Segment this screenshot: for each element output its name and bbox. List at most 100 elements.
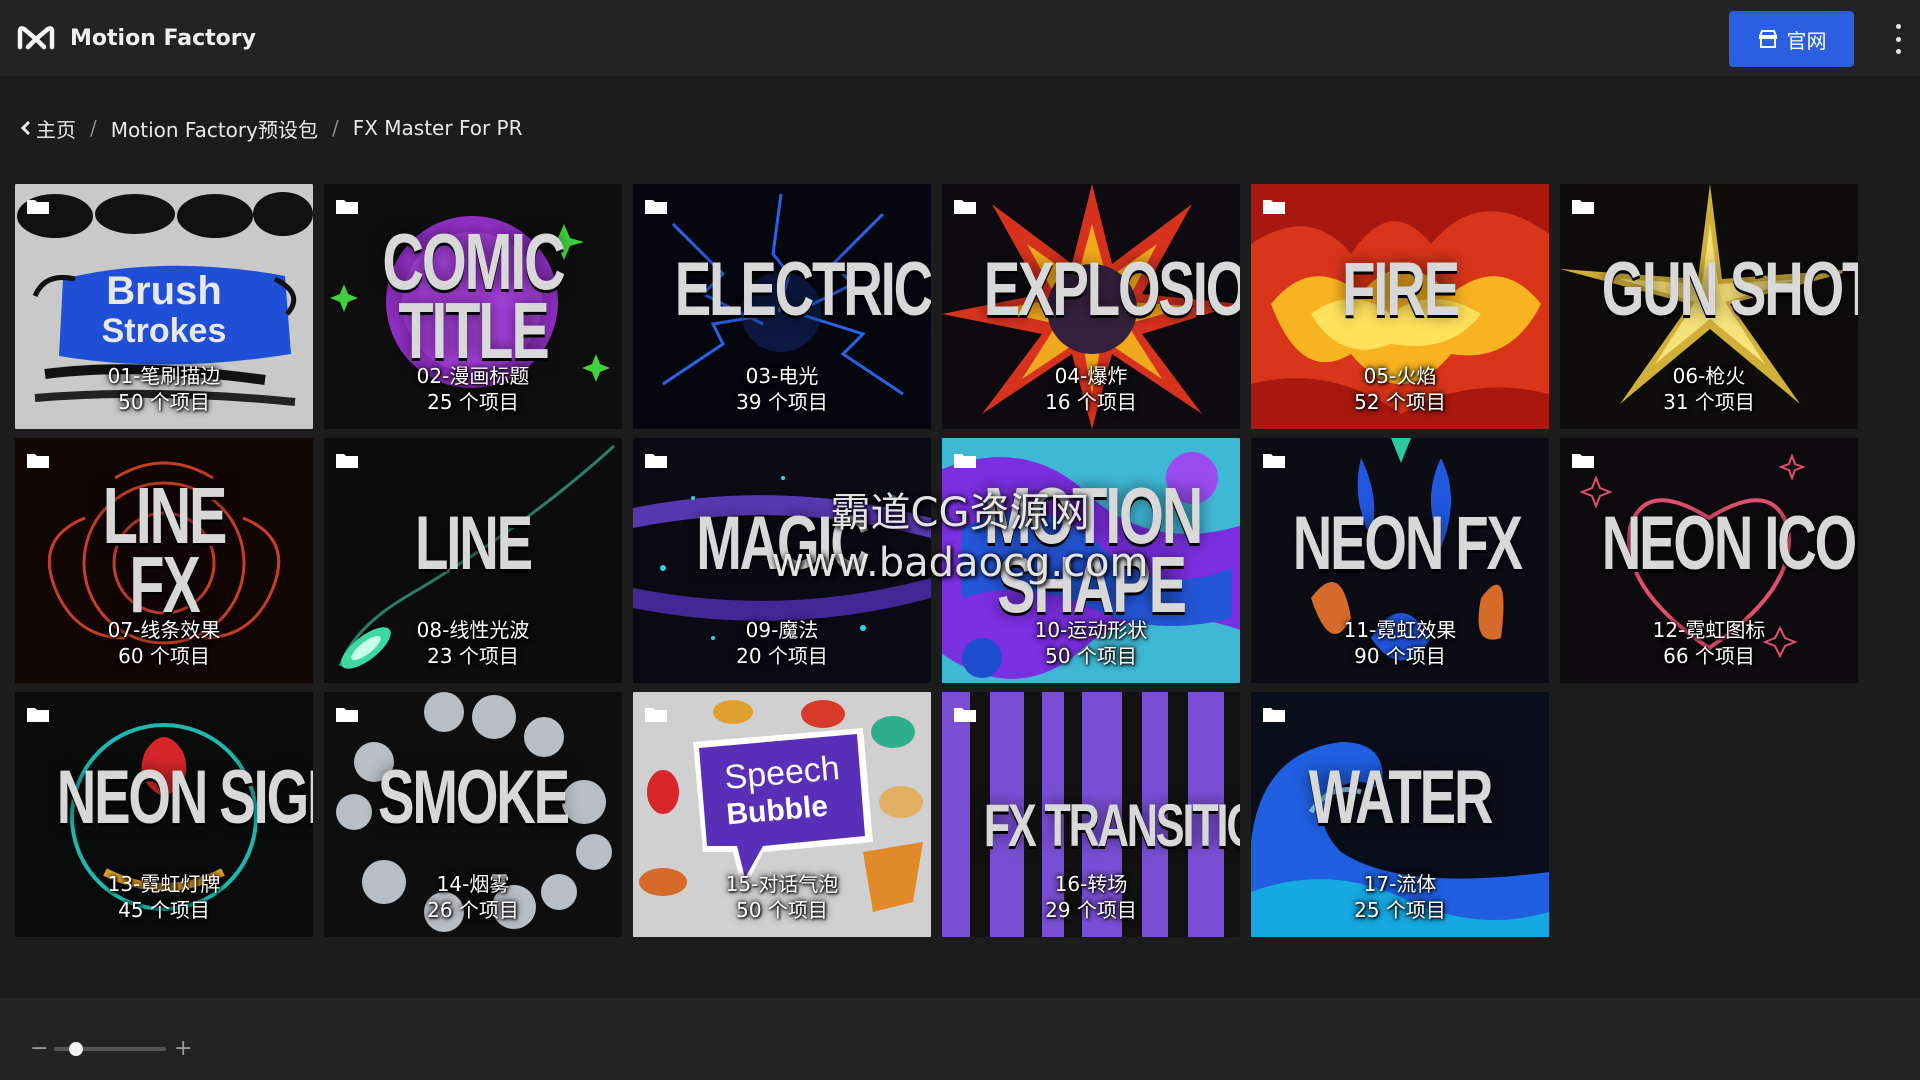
bottom-bar: − + xyxy=(0,998,1920,1080)
folder-icon xyxy=(1263,454,1285,468)
folder-caption: 17-流体 25 个项目 xyxy=(1251,871,1549,923)
official-site-label: 官网 xyxy=(1786,28,1827,53)
folder-art-title: WATER xyxy=(1308,755,1494,840)
folder-tile[interactable]: LINE 08-线性光波 23 个项目 xyxy=(324,438,622,683)
folder-name: 14-烟雾 xyxy=(436,872,510,896)
top-bar: Motion Factory 官网 xyxy=(0,0,1920,76)
folder-caption: 10-运动形状 50 个项目 xyxy=(942,617,1240,669)
folder-art-title: NEON SIGN xyxy=(56,755,313,840)
folder-count: 52 个项目 xyxy=(1354,390,1446,414)
folder-tile[interactable]: COMIC TITLE 02-漫画标题 25 个项目 xyxy=(324,184,622,429)
folder-icon xyxy=(336,200,358,214)
svg-text:Strokes: Strokes xyxy=(102,312,227,350)
folder-count: 25 个项目 xyxy=(427,390,519,414)
folder-tile[interactable]: ELECTRIC 03-电光 39 个项目 xyxy=(633,184,931,429)
folder-icon xyxy=(27,200,49,214)
folder-tile[interactable]: FX TRANSITION 16-转场 29 个项目 xyxy=(942,692,1240,937)
folder-tile[interactable]: NEON ICON 12-霓虹图标 66 个项目 xyxy=(1560,438,1858,683)
folder-caption: 06-枪火 31 个项目 xyxy=(1560,363,1858,415)
folder-count: 66 个项目 xyxy=(1663,644,1755,668)
folder-art-title: ELECTRIC xyxy=(674,247,931,332)
folder-count: 39 个项目 xyxy=(736,390,828,414)
folder-icon xyxy=(336,454,358,468)
folder-caption: 15-对话气泡 50 个项目 xyxy=(633,871,931,923)
folder-count: 20 个项目 xyxy=(736,644,828,668)
folder-name: 11-霓虹效果 xyxy=(1343,618,1457,642)
breadcrumb-separator: / xyxy=(90,116,97,140)
folder-count: 45 个项目 xyxy=(118,898,210,922)
folder-tile[interactable]: NEON FX 11-霓虹效果 90 个项目 xyxy=(1251,438,1549,683)
folder-caption: 12-霓虹图标 66 个项目 xyxy=(1560,617,1858,669)
zoom-slider-handle[interactable] xyxy=(69,1041,84,1056)
folder-art-title: SMOKE xyxy=(378,755,570,840)
folder-caption: 09-魔法 20 个项目 xyxy=(633,617,931,669)
folder-tile[interactable]: MAGIC 09-魔法 20 个项目 xyxy=(633,438,931,683)
breadcrumb-separator: / xyxy=(331,116,339,140)
folder-tile[interactable]: Brush Strokes 01-笔刷描边 50 个项目 xyxy=(15,184,313,429)
folder-caption: 05-火焰 52 个项目 xyxy=(1251,363,1549,415)
folder-caption: 03-电光 39 个项目 xyxy=(633,363,931,415)
folder-name: 02-漫画标题 xyxy=(416,364,530,388)
folder-icon xyxy=(336,708,358,722)
folder-art-title: LINE xyxy=(414,501,533,586)
folder-tile[interactable]: NEON SIGN 13-霓虹灯牌 45 个项目 xyxy=(15,692,313,937)
folder-name: 06-枪火 xyxy=(1672,364,1746,388)
folder-name: 12-霓虹图标 xyxy=(1652,618,1766,642)
folder-icon xyxy=(645,708,667,722)
folder-count: 31 个项目 xyxy=(1663,390,1755,414)
breadcrumb-preset-pack[interactable]: Motion Factory预设包 xyxy=(111,114,318,143)
folder-tile[interactable]: SMOKE 14-烟雾 26 个项目 xyxy=(324,692,622,937)
folder-icon xyxy=(954,200,976,214)
folder-caption: 08-线性光波 23 个项目 xyxy=(324,617,622,669)
folder-grid: Brush Strokes 01-笔刷描边 50 个项目 COMIC TITLE… xyxy=(15,184,1858,937)
folder-tile[interactable]: FIRE 05-火焰 52 个项目 xyxy=(1251,184,1549,429)
zoom-in-button[interactable]: + xyxy=(174,1036,192,1061)
folder-caption: 13-霓虹灯牌 45 个项目 xyxy=(15,871,313,923)
folder-caption: 07-线条效果 60 个项目 xyxy=(15,617,313,669)
breadcrumb-home-label: 主页 xyxy=(36,117,76,142)
svg-text:Brush: Brush xyxy=(106,269,222,313)
folder-icon xyxy=(1572,200,1594,214)
folder-name: 04-爆炸 xyxy=(1054,364,1128,388)
folder-art-title: NEON FX xyxy=(1292,501,1523,586)
app-title: Motion Factory xyxy=(70,25,256,51)
more-options-icon[interactable] xyxy=(1892,24,1904,54)
folder-count: 60 个项目 xyxy=(118,644,210,668)
breadcrumb: 主页 / Motion Factory预设包 / FX Master For P… xyxy=(20,112,523,144)
folder-tile[interactable]: MOTION SHAPE 10-运动形状 50 个项目 xyxy=(942,438,1240,683)
folder-caption: 01-笔刷描边 50 个项目 xyxy=(15,363,313,415)
folder-tile[interactable]: GUN SHOT 06-枪火 31 个项目 xyxy=(1560,184,1858,429)
breadcrumb-current: FX Master For PR xyxy=(352,116,523,140)
folder-icon xyxy=(954,454,976,468)
folder-icon xyxy=(1263,200,1285,214)
folder-count: 50 个项目 xyxy=(736,898,828,922)
folder-art-title: NEON ICON xyxy=(1601,501,1858,586)
folder-name: 16-转场 xyxy=(1054,872,1128,896)
folder-name: 09-魔法 xyxy=(745,618,819,642)
folder-caption: 16-转场 29 个项目 xyxy=(942,871,1240,923)
zoom-out-button[interactable]: − xyxy=(30,1036,48,1061)
folder-icon xyxy=(645,454,667,468)
folder-name: 05-火焰 xyxy=(1363,364,1437,388)
chevron-left-icon xyxy=(20,120,31,136)
breadcrumb-home[interactable]: 主页 xyxy=(20,114,76,143)
folder-count: 90 个项目 xyxy=(1354,644,1446,668)
app-logo: Motion Factory xyxy=(16,23,256,53)
folder-icon xyxy=(27,454,49,468)
motion-factory-logo-icon xyxy=(17,26,55,50)
folder-caption: 14-烟雾 26 个项目 xyxy=(324,871,622,923)
folder-tile[interactable]: Speech Bubble 15-对话气泡 50 个项目 xyxy=(633,692,931,937)
folder-tile[interactable]: EXPLOSION 04-爆炸 16 个项目 xyxy=(942,184,1240,429)
folder-icon xyxy=(645,200,667,214)
folder-name: 01-笔刷描边 xyxy=(107,364,221,388)
folder-caption: 02-漫画标题 25 个项目 xyxy=(324,363,622,415)
folder-tile[interactable]: WATER 17-流体 25 个项目 xyxy=(1251,692,1549,937)
folder-caption: 11-霓虹效果 90 个项目 xyxy=(1251,617,1549,669)
folder-art-title: EXPLOSION xyxy=(983,247,1240,332)
official-site-button[interactable]: 官网 xyxy=(1729,11,1854,67)
folder-art-title: MOTION SHAPE xyxy=(983,471,1204,629)
folder-art-title: FX TRANSITION xyxy=(983,792,1240,859)
folder-tile[interactable]: LINE FX 07-线条效果 60 个项目 xyxy=(15,438,313,683)
zoom-slider[interactable] xyxy=(54,1041,166,1056)
folder-name: 10-运动形状 xyxy=(1034,618,1148,642)
